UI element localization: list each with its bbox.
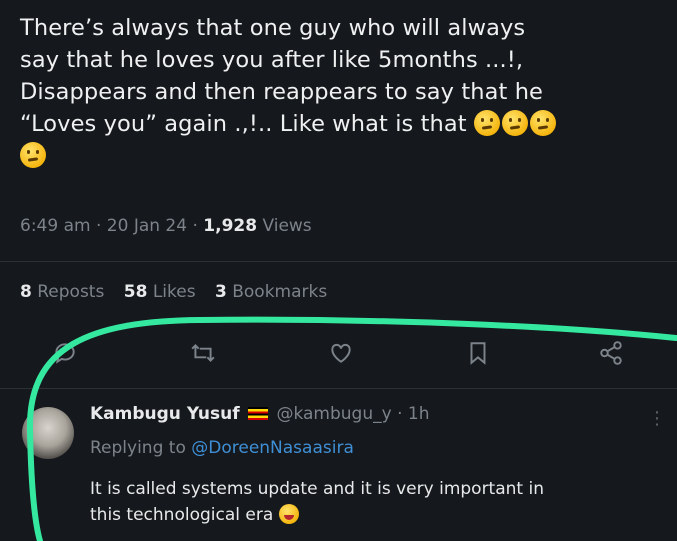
- bookmarks-stat[interactable]: 3 Bookmarks: [215, 282, 327, 302]
- action-bar: [0, 340, 677, 370]
- share-icon: [600, 341, 622, 365]
- reply-line-text: this technological era: [90, 505, 274, 525]
- like-button[interactable]: [328, 340, 358, 370]
- tweet-date[interactable]: 20 Jan 24: [107, 216, 187, 236]
- reply-line: It is called systems update and it is ve…: [90, 479, 544, 499]
- divider: [0, 388, 677, 389]
- separator: ·: [95, 216, 102, 236]
- tweet-meta: 6:49 am · 20 Jan 24 · 1,928 Views: [20, 216, 312, 236]
- views-label: Views: [262, 216, 312, 236]
- thinking-face-emoji-icon: [473, 110, 500, 136]
- separator: ·: [397, 404, 403, 424]
- avatar[interactable]: [22, 407, 74, 459]
- reply-author-name[interactable]: Kambugu Yusuf: [90, 404, 240, 424]
- thinking-face-emoji-icon: [501, 110, 528, 136]
- likes-label: Likes: [152, 282, 196, 302]
- bookmarks-count: 3: [214, 282, 227, 302]
- tweet-line: “Loves you” again .,!.. Like what is tha…: [20, 108, 660, 140]
- bookmarks-label: Bookmarks: [232, 282, 328, 302]
- likes-stat[interactable]: 58 Likes: [124, 282, 196, 302]
- reply-icon: [55, 343, 75, 364]
- reply-age[interactable]: 1h: [408, 404, 430, 424]
- replying-to: Replying to @DoreenNasaasira: [90, 438, 354, 458]
- separator: ·: [192, 216, 198, 236]
- tweet-time[interactable]: 6:49 am: [20, 216, 91, 236]
- tweet-line: Disappears and then reappears to say tha…: [20, 79, 543, 105]
- views-count: 1,928: [203, 216, 258, 236]
- tweet-text: There’s always that one guy who will alw…: [20, 12, 660, 172]
- reposts-label: Reposts: [37, 282, 105, 302]
- replying-handle-link[interactable]: @DoreenNasaasira: [191, 438, 354, 458]
- replying-prefix: Replying to: [90, 438, 186, 458]
- tweet-line: There’s always that one guy who will alw…: [20, 15, 526, 41]
- more-options-icon[interactable]: ⋮: [648, 408, 666, 429]
- reply-author-handle[interactable]: @kambugu_y: [276, 404, 391, 424]
- reply-button[interactable]: [52, 340, 82, 370]
- tweet-line-text: “Loves you” again .,!.. Like what is tha…: [20, 111, 467, 137]
- reply-text: It is called systems update and it is ve…: [90, 476, 670, 528]
- divider: [0, 261, 677, 262]
- tweet-line: [20, 140, 660, 172]
- reposts-stat[interactable]: 8 Reposts: [20, 282, 104, 302]
- reply-header: Kambugu Yusuf @kambugu_y · 1h: [90, 404, 429, 424]
- reply-line: this technological era: [90, 502, 670, 528]
- tweet-line: say that he loves you after like 5months…: [20, 47, 524, 73]
- bookmark-button[interactable]: [465, 340, 495, 370]
- tweet-stats: 8 Reposts 58 Likes 3 Bookmarks: [20, 282, 341, 302]
- uganda-flag-icon: [248, 407, 269, 420]
- reposts-count: 8: [20, 282, 32, 302]
- likes-count: 58: [123, 282, 148, 302]
- laughing-face-emoji-icon: [278, 504, 299, 524]
- like-icon: [331, 343, 351, 363]
- thinking-face-emoji-icon: [20, 142, 46, 168]
- share-button[interactable]: [598, 340, 628, 370]
- thinking-face-emoji-icon: [529, 110, 556, 136]
- repost-icon: [191, 344, 215, 362]
- bookmark-icon: [470, 342, 486, 365]
- repost-button[interactable]: [190, 340, 220, 370]
